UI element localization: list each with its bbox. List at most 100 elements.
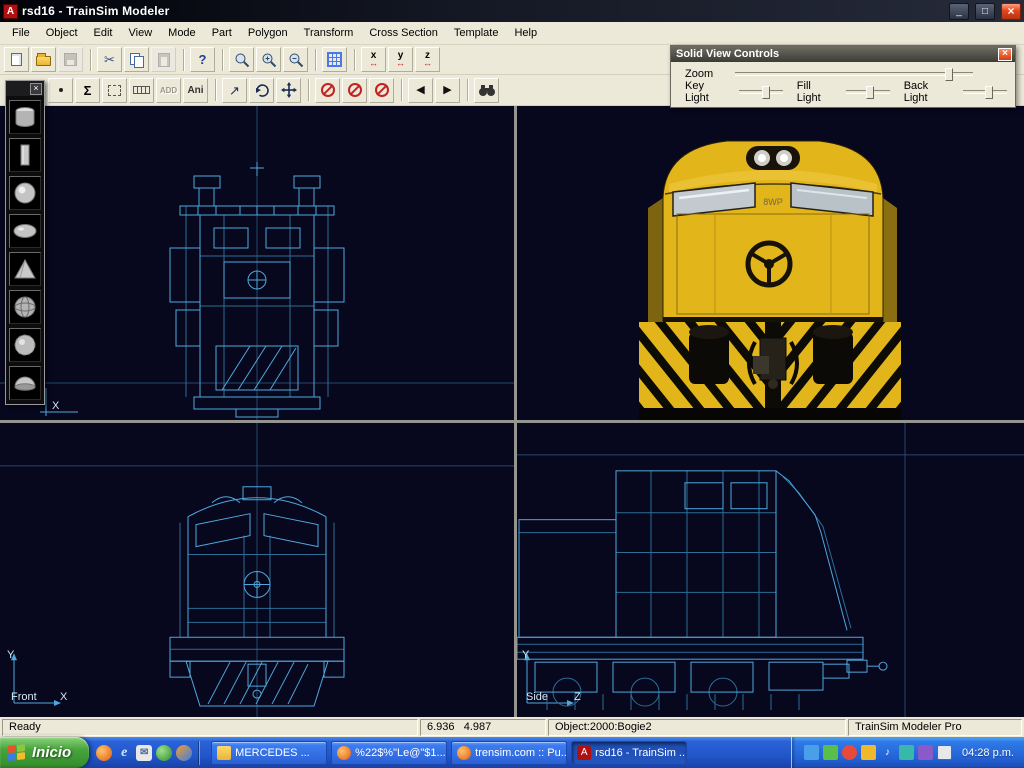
- point-mode-button[interactable]: [48, 78, 73, 103]
- close-icon[interactable]: ×: [998, 48, 1012, 61]
- menu-item-transform[interactable]: Transform: [296, 23, 362, 43]
- axis-lock-y-button[interactable]: [342, 78, 367, 103]
- volume-icon[interactable]: ♪: [880, 745, 895, 760]
- menu-item-template[interactable]: Template: [446, 23, 507, 43]
- constrain-x-button[interactable]: x↔: [361, 47, 386, 72]
- close-button[interactable]: ×: [1001, 3, 1021, 20]
- status-message: Ready: [2, 719, 418, 736]
- zoom-slider[interactable]: [735, 72, 973, 76]
- viewport-front[interactable]: [0, 423, 514, 717]
- viewport-render[interactable]: 8WP: [517, 106, 1024, 420]
- menu-item-cross-section[interactable]: Cross Section: [361, 23, 445, 43]
- copy-button[interactable]: [124, 47, 149, 72]
- close-icon[interactable]: ×: [30, 83, 42, 95]
- animate-button[interactable]: Ani: [183, 78, 208, 103]
- windows-taskbar: Inicio e ✉ MERCEDES ... %22$%"Le@"$1... …: [0, 737, 1024, 768]
- back-light-thumb[interactable]: [985, 86, 993, 99]
- menu-item-polygon[interactable]: Polygon: [240, 23, 296, 43]
- save-button[interactable]: [58, 47, 83, 72]
- tray-display-icon[interactable]: [937, 745, 952, 760]
- axis-lock-z-button[interactable]: [369, 78, 394, 103]
- tray-network-icon[interactable]: [804, 745, 819, 760]
- tool-ellipsoid-button[interactable]: [9, 214, 41, 248]
- windows-logo-icon: [8, 744, 26, 762]
- new-button[interactable]: [4, 47, 29, 72]
- tool-sphere-button[interactable]: [9, 176, 41, 210]
- zoom-window-button[interactable]: [229, 47, 254, 72]
- tray-update-icon[interactable]: [842, 745, 857, 760]
- open-button[interactable]: [31, 47, 56, 72]
- ellipsoid-icon: [11, 217, 39, 245]
- add-button[interactable]: ADD: [156, 78, 181, 103]
- menu-item-file[interactable]: File: [4, 23, 38, 43]
- menu-item-edit[interactable]: Edit: [86, 23, 121, 43]
- start-button[interactable]: Inicio: [0, 737, 89, 768]
- cone-icon: [11, 255, 39, 283]
- menu-item-object[interactable]: Object: [38, 23, 86, 43]
- cut-button[interactable]: ✂: [97, 47, 122, 72]
- tray-antivirus-icon[interactable]: [823, 745, 838, 760]
- paste-button[interactable]: [151, 47, 176, 72]
- zoom-in-button[interactable]: [256, 47, 281, 72]
- taskbar-item-mercedes[interactable]: MERCEDES ...: [211, 741, 327, 765]
- zoom-slider-thumb[interactable]: [945, 68, 953, 81]
- key-light-thumb[interactable]: [762, 86, 770, 99]
- measure-button[interactable]: [129, 78, 154, 103]
- maximize-button[interactable]: □: [975, 3, 995, 20]
- open-folder-icon: [36, 56, 51, 66]
- media-player-icon[interactable]: [176, 745, 192, 761]
- shape-palette-titlebar[interactable]: ×: [6, 81, 44, 96]
- key-light-slider[interactable]: [739, 90, 783, 94]
- fill-light-thumb[interactable]: [866, 86, 874, 99]
- grid-toggle-button[interactable]: [322, 47, 347, 72]
- minimize-button[interactable]: _: [949, 3, 969, 20]
- no-entry-icon: [321, 83, 335, 97]
- next-part-button[interactable]: ▶: [435, 78, 460, 103]
- firefox-icon[interactable]: [96, 745, 112, 761]
- locomotive-render: 8WP: [517, 106, 1024, 420]
- help-button[interactable]: ?: [190, 47, 215, 72]
- axis-lock-x-button[interactable]: [315, 78, 340, 103]
- taskbar-item-browser-1[interactable]: %22$%"Le@"$1...: [331, 741, 447, 765]
- taskbar-clock[interactable]: 04:28 p.m.: [962, 747, 1014, 759]
- find-button[interactable]: [474, 78, 499, 103]
- constrain-z-button[interactable]: z↔: [415, 47, 440, 72]
- tray-alert-icon[interactable]: [861, 745, 876, 760]
- solid-view-controls-titlebar[interactable]: Solid View Controls ×: [671, 46, 1015, 62]
- back-light-slider[interactable]: [963, 90, 1007, 94]
- tool-box-button[interactable]: [9, 138, 41, 172]
- menu-item-part[interactable]: Part: [204, 23, 240, 43]
- menu-item-mode[interactable]: Mode: [160, 23, 204, 43]
- constrain-y-button[interactable]: y↔: [388, 47, 413, 72]
- viewport-horizontal-splitter[interactable]: [0, 420, 1024, 423]
- task-label: %22$%"Le@"$1...: [355, 747, 446, 759]
- rotate-tool-button[interactable]: [249, 78, 274, 103]
- viewport-side[interactable]: [517, 423, 1024, 717]
- menu-item-help[interactable]: Help: [506, 23, 545, 43]
- tool-textured-sphere-button[interactable]: [9, 328, 41, 362]
- taskbar-item-trensim[interactable]: trensim.com :: Pu...: [451, 741, 567, 765]
- menu-item-view[interactable]: View: [121, 23, 161, 43]
- marquee-select-button[interactable]: [102, 78, 127, 103]
- trainsim-app-icon: A: [577, 746, 591, 760]
- internet-explorer-icon[interactable]: e: [116, 745, 132, 761]
- viewport-top[interactable]: [0, 106, 514, 420]
- mail-icon[interactable]: ✉: [136, 745, 152, 761]
- zoom-out-button[interactable]: [283, 47, 308, 72]
- move-tool-button[interactable]: [276, 78, 301, 103]
- tool-geosphere-button[interactable]: [9, 290, 41, 324]
- sum-button[interactable]: Σ: [75, 78, 100, 103]
- fill-light-slider[interactable]: [846, 90, 890, 94]
- tool-cone-button[interactable]: [9, 252, 41, 286]
- window-titlebar[interactable]: A rsd16 - TrainSim Modeler _ □ ×: [0, 0, 1024, 22]
- tool-hemisphere-button[interactable]: [9, 366, 41, 400]
- messenger-icon[interactable]: [156, 745, 172, 761]
- viewport-vertical-splitter[interactable]: [514, 106, 517, 717]
- ani-label: Ani: [187, 85, 203, 96]
- tool-cylinder-button[interactable]: [9, 100, 41, 134]
- tray-scheduler-icon[interactable]: [918, 745, 933, 760]
- arrow-tool-button[interactable]: ↗: [222, 78, 247, 103]
- previous-part-button[interactable]: ◀: [408, 78, 433, 103]
- tray-messenger-icon[interactable]: [899, 745, 914, 760]
- taskbar-item-rsd16[interactable]: A rsd16 - TrainSim ...: [571, 741, 687, 765]
